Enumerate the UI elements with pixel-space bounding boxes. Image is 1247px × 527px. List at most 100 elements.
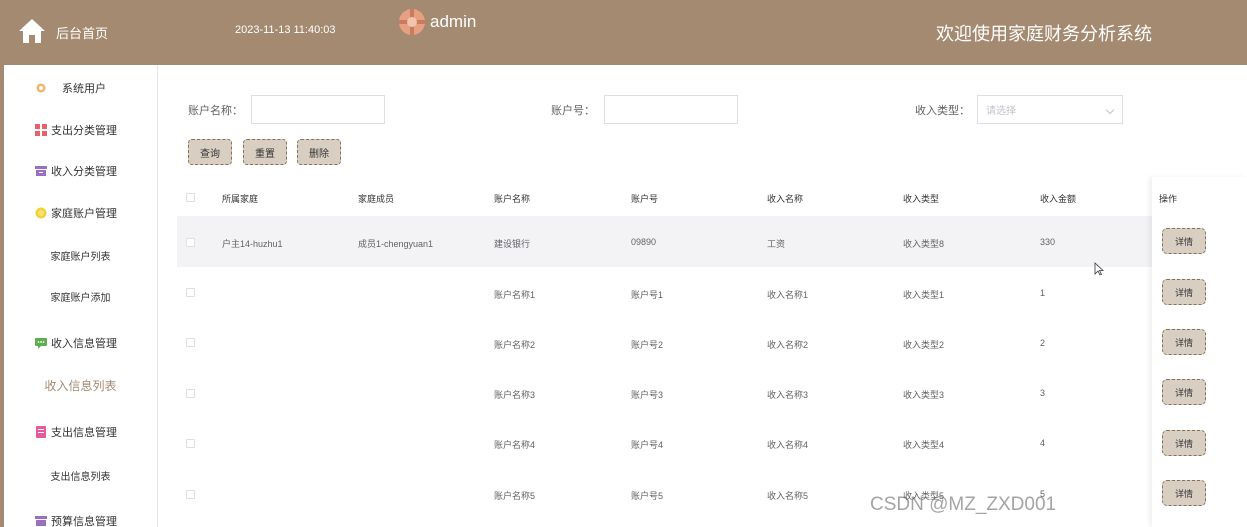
- col-header: 收入类型: [903, 194, 940, 204]
- table-cell: 收入类型1: [903, 290, 945, 300]
- detail-button[interactable]: 详情: [1162, 279, 1206, 305]
- watermark: CSDN @MZ_ZXD001: [870, 494, 1057, 515]
- table-cell: 账户号5: [631, 491, 664, 501]
- sidebar-item-label: 家庭账户添加: [50, 292, 111, 304]
- col-header: 家庭成员: [358, 194, 395, 204]
- main-content: 账户名称： 账户号： 收入类型： 请选择 查询 重置 删除 所属家庭 家庭成员 …: [158, 65, 1247, 527]
- detail-button[interactable]: 详情: [1162, 228, 1206, 254]
- table-cell: 账户号4: [631, 440, 664, 450]
- home-icon: [19, 19, 45, 43]
- detail-button[interactable]: 详情: [1162, 329, 1206, 355]
- col-header: 账户号: [631, 194, 659, 204]
- sidebar-item-label: 家庭账户列表: [50, 251, 111, 263]
- row-checkbox[interactable]: [186, 389, 195, 398]
- message-icon: [35, 338, 47, 349]
- sidebar-item-income-info[interactable]: 收入信息管理: [4, 323, 157, 363]
- row-checkbox[interactable]: [186, 238, 195, 247]
- table-cell: 建设银行: [494, 239, 531, 249]
- sidebar-item-family-account[interactable]: 家庭账户管理: [4, 193, 157, 233]
- detail-button[interactable]: 详情: [1162, 379, 1206, 405]
- table-cell: 收入名称4: [767, 440, 809, 450]
- sidebar-item-income-category[interactable]: 收入分类管理: [4, 151, 157, 191]
- col-header: 收入名称: [767, 194, 804, 204]
- delete-button[interactable]: 删除: [297, 139, 341, 165]
- sidebar-item-expense-category[interactable]: 支出分类管理: [4, 110, 157, 150]
- sidebar-item-income-list[interactable]: 收入信息列表: [4, 365, 157, 405]
- top-header: 2023-11-13 11:40:03 admin 欢迎使用家庭财务分析系统: [158, 0, 1247, 65]
- sidebar-item-system-users[interactable]: 系统用户: [4, 68, 157, 108]
- sidebar-item-expense-info[interactable]: 支出信息管理: [4, 412, 157, 452]
- table-cell: 收入名称2: [767, 340, 809, 350]
- avatar[interactable]: [399, 9, 425, 35]
- col-header: 收入金额: [1040, 194, 1077, 204]
- table-cell: 收入名称5: [767, 491, 809, 501]
- table-row-hover: [177, 216, 1247, 267]
- grid-icon: [35, 124, 47, 136]
- mouse-cursor-icon: [1094, 262, 1104, 276]
- account-no-input[interactable]: [604, 95, 738, 124]
- col-header: 操作: [1159, 194, 1178, 204]
- query-button[interactable]: 查询: [188, 139, 232, 165]
- datetime: 2023-11-13 11:40:03: [235, 24, 336, 36]
- archive-icon: [35, 516, 47, 526]
- table-cell: 户主14-huzhu1: [222, 239, 283, 249]
- income-type-placeholder: 请选择: [986, 106, 1016, 117]
- document-icon: [36, 426, 46, 438]
- table-cell: 账户名称4: [494, 440, 536, 450]
- income-type-select[interactable]: 请选择: [977, 95, 1123, 124]
- row-checkbox[interactable]: [186, 490, 195, 499]
- table-cell: 收入名称1: [767, 290, 809, 300]
- income-type-label: 收入类型：: [915, 105, 970, 117]
- table-cell: 4: [1040, 438, 1046, 448]
- chevron-down-icon: [1105, 105, 1115, 115]
- detail-button[interactable]: 详情: [1162, 430, 1206, 456]
- table-cell: 账户号1: [631, 290, 664, 300]
- table-cell: 账户号2: [631, 340, 664, 350]
- detail-button[interactable]: 详情: [1162, 480, 1206, 506]
- table-cell: 收入类型4: [903, 440, 945, 450]
- row-checkbox[interactable]: [186, 439, 195, 448]
- sidebar-item-budget-info[interactable]: 预算信息管理: [4, 501, 157, 527]
- coin-icon: [35, 207, 47, 219]
- table-cell: 账户名称2: [494, 340, 536, 350]
- table-cell: 账户号3: [631, 390, 664, 400]
- sidebar-item-label: 支出信息列表: [50, 471, 111, 483]
- table-cell: 收入名称3: [767, 390, 809, 400]
- table-cell: 账户名称1: [494, 290, 536, 300]
- sidebar-item-expense-list[interactable]: 支出信息列表: [4, 455, 157, 495]
- table-cell: 2: [1040, 338, 1046, 348]
- brand-bar[interactable]: 后台首页: [0, 0, 158, 65]
- sidebar-item-family-account-add[interactable]: 家庭账户添加: [4, 276, 157, 316]
- table-cell: 工资: [767, 239, 786, 249]
- table-cell: 账户名称5: [494, 491, 536, 501]
- table-cell: 收入类型8: [903, 239, 945, 249]
- system-title: 欢迎使用家庭财务分析系统: [936, 24, 1152, 44]
- sidebar-item-label: 收入分类管理: [51, 166, 117, 178]
- sidebar-item-family-account-list[interactable]: 家庭账户列表: [4, 235, 157, 275]
- sidebar-item-label: 支出分类管理: [51, 125, 117, 137]
- table-cell: 收入类型2: [903, 340, 945, 350]
- table-cell: 收入类型3: [903, 390, 945, 400]
- sidebar-item-label: 预算信息管理: [51, 516, 117, 527]
- archive-icon: [35, 166, 47, 176]
- operation-column: 操作 详情 详情 详情 详情 详情 详情: [1152, 177, 1247, 527]
- table-cell: 成员1-chengyuan1: [358, 239, 434, 249]
- sidebar-item-label: 支出信息管理: [51, 427, 117, 439]
- brand-title: 后台首页: [56, 26, 109, 41]
- sidebar: 后台首页 系统用户 支出分类管理 收入分类管理 家庭账户管理 家庭账户列表 家庭…: [0, 0, 158, 527]
- table-cell: 09890: [631, 237, 657, 247]
- row-checkbox[interactable]: [186, 338, 195, 347]
- reset-button[interactable]: 重置: [243, 139, 287, 165]
- table-cell: 3: [1040, 388, 1046, 398]
- username[interactable]: admin: [430, 12, 476, 32]
- account-name-input[interactable]: [251, 95, 385, 124]
- sidebar-item-label: 家庭账户管理: [51, 208, 117, 220]
- row-checkbox[interactable]: [186, 288, 195, 297]
- col-header: 账户名称: [494, 194, 531, 204]
- sidebar-item-label: 系统用户: [62, 83, 106, 95]
- select-all-checkbox[interactable]: [186, 193, 195, 202]
- col-header: 所属家庭: [222, 194, 259, 204]
- table-cell: 账户名称3: [494, 390, 536, 400]
- table-cell: 330: [1040, 237, 1056, 247]
- table-cell: 1: [1040, 288, 1046, 298]
